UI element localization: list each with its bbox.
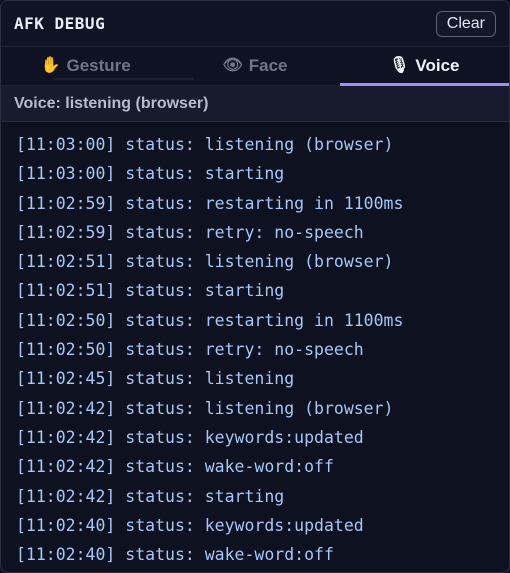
microphone-icon: 🎙 <box>389 57 410 74</box>
log-entry: [11:02:45] status: listening <box>16 369 295 389</box>
tab-face[interactable]: 👁 Face <box>170 47 339 85</box>
log-entry: [11:02:40] status: keywords:updated <box>16 515 364 535</box>
eye-icon: 👁 <box>222 57 243 74</box>
log-entry: [11:02:50] status: retry: no-speech <box>16 340 364 360</box>
panel-header: AFK DEBUG Clear <box>1 1 509 47</box>
raised-hand-icon: ✋ <box>40 57 61 74</box>
voice-status: Voice: listening (browser) <box>1 86 509 122</box>
tab-gesture[interactable]: ✋ Gesture <box>1 47 170 85</box>
log-list[interactable]: [11:03:00] status: listening (browser) [1… <box>1 122 509 569</box>
tab-gesture-label: Gesture <box>66 56 131 75</box>
log-entry: [11:02:59] status: retry: no-speech <box>16 222 364 242</box>
afk-debug-panel: AFK DEBUG Clear ✋ Gesture 👁 Face 🎙 Voice… <box>0 0 510 573</box>
log-entry: [11:02:42] status: keywords:updated <box>16 427 364 447</box>
log-entry: [11:03:00] status: listening (browser) <box>16 135 394 154</box>
tab-voice-label: Voice <box>415 56 460 75</box>
tab-face-label: Face <box>248 56 288 75</box>
clear-button[interactable]: Clear <box>435 10 496 37</box>
log-entry: [11:02:42] status: starting <box>16 486 285 506</box>
panel-title: AFK DEBUG <box>14 14 106 33</box>
tab-voice[interactable]: 🎙 Voice <box>339 47 509 86</box>
log-entry: [11:03:00] status: starting <box>16 164 285 184</box>
log-entry: [11:02:59] status: restarting in 1100ms <box>16 193 404 213</box>
log-entry: [11:02:51] status: starting <box>16 281 285 301</box>
log-entry: [11:02:42] status: wake-word:off <box>16 457 334 477</box>
tab-bar: ✋ Gesture 👁 Face 🎙 Voice <box>1 47 509 86</box>
log-entry: [11:02:42] status: listening (browser) <box>16 398 394 418</box>
log-entry: [11:02:40] status: wake-word:off <box>16 545 334 565</box>
log-entry: [11:02:50] status: restarting in 1100ms <box>16 310 404 330</box>
log-entry: [11:02:51] status: listening (browser) <box>16 252 394 272</box>
